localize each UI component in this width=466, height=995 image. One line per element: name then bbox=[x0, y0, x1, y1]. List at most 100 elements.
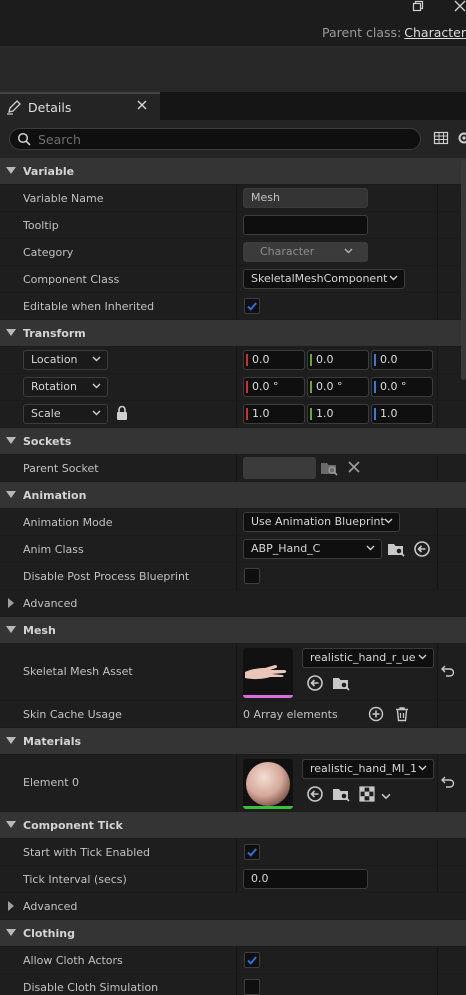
expand-arrow-icon bbox=[8, 901, 14, 911]
row-tick-advanced[interactable]: Advanced bbox=[0, 893, 466, 920]
category-combo[interactable]: Character bbox=[243, 242, 368, 262]
skin-cache-label: Skin Cache Usage bbox=[23, 708, 122, 721]
material-thumbnail[interactable] bbox=[243, 759, 293, 809]
category-value: Character bbox=[260, 245, 315, 258]
reset-to-default-icon[interactable] bbox=[441, 775, 459, 793]
tooltip-label: Tooltip bbox=[23, 219, 59, 232]
tab-close-icon[interactable] bbox=[137, 99, 147, 113]
section-mesh[interactable]: Mesh bbox=[0, 617, 466, 644]
chevron-down-icon bbox=[418, 765, 427, 771]
checkmark-icon bbox=[247, 956, 257, 965]
editable-inherited-checkbox[interactable] bbox=[244, 298, 260, 314]
trash-icon[interactable] bbox=[394, 706, 412, 724]
expand-arrow-icon bbox=[6, 737, 16, 744]
checker-material-icon[interactable] bbox=[359, 786, 377, 804]
section-transform[interactable]: Transform bbox=[0, 320, 466, 347]
location-z-field[interactable]: 0.0 bbox=[371, 350, 433, 370]
browse-asset-icon[interactable] bbox=[332, 785, 350, 803]
tooltip-field[interactable] bbox=[243, 215, 368, 235]
location-label: Location bbox=[31, 353, 78, 366]
location-y-field[interactable]: 0.0 bbox=[307, 350, 369, 370]
location-mode-dropdown[interactable]: Location bbox=[23, 350, 108, 370]
scrollbar[interactable] bbox=[461, 160, 466, 380]
scale-mode-dropdown[interactable]: Scale bbox=[23, 404, 108, 424]
rotation-z-field[interactable]: 0.0 ° bbox=[371, 377, 433, 397]
row-disable-cloth: Disable Cloth Simulation bbox=[0, 974, 466, 995]
location-x-field[interactable]: 0.0 bbox=[243, 350, 305, 370]
expand-arrow-icon bbox=[8, 598, 14, 608]
skeletal-mesh-thumbnail[interactable] bbox=[243, 648, 293, 698]
row-disable-pp: Disable Post Process Blueprint bbox=[0, 563, 466, 590]
row-animation-advanced[interactable]: Advanced bbox=[0, 590, 466, 617]
expand-arrow-icon bbox=[6, 167, 16, 174]
browse-socket-icon[interactable] bbox=[320, 459, 338, 477]
skeletal-mesh-value: realistic_hand_r_ue bbox=[310, 651, 416, 664]
reset-to-default-icon[interactable] bbox=[441, 664, 459, 682]
restore-window-icon[interactable] bbox=[408, 0, 428, 16]
tick-interval-field[interactable]: 0.0 bbox=[243, 869, 368, 889]
parent-class-info: Parent class: Character bbox=[322, 25, 466, 40]
disable-pp-checkbox[interactable] bbox=[244, 568, 260, 584]
table-view-icon[interactable] bbox=[433, 130, 449, 146]
scale-label: Scale bbox=[31, 407, 61, 420]
section-materials[interactable]: Materials bbox=[0, 728, 466, 755]
section-animation-label: Animation bbox=[23, 489, 87, 502]
component-class-dropdown[interactable]: SkeletalMeshComponent bbox=[243, 269, 405, 289]
start-tick-label: Start with Tick Enabled bbox=[23, 846, 151, 859]
section-component-tick[interactable]: Component Tick bbox=[0, 812, 466, 839]
use-selected-icon[interactable] bbox=[413, 540, 431, 558]
start-tick-checkbox[interactable] bbox=[244, 844, 260, 860]
anim-class-label: Anim Class bbox=[23, 543, 84, 556]
chevron-down-icon bbox=[366, 545, 375, 551]
anim-class-dropdown[interactable]: ABP_Hand_C bbox=[243, 539, 382, 559]
gear-icon[interactable] bbox=[456, 130, 466, 146]
toolbar-strip bbox=[0, 46, 466, 92]
use-selected-icon[interactable] bbox=[306, 785, 324, 803]
material-value: realistic_hand_MI_1 bbox=[310, 762, 417, 775]
scale-z-field[interactable]: 1.0 bbox=[371, 404, 433, 424]
tab-details[interactable]: Details bbox=[0, 92, 160, 120]
browse-asset-icon[interactable] bbox=[332, 674, 350, 692]
skeletal-mesh-dropdown[interactable]: realistic_hand_r_ue bbox=[302, 648, 434, 668]
allow-cloth-checkbox[interactable] bbox=[244, 952, 260, 968]
chevron-down-icon bbox=[389, 275, 398, 281]
rotation-y-field[interactable]: 0.0 ° bbox=[307, 377, 369, 397]
parent-class-label: Parent class: bbox=[322, 25, 402, 40]
section-sockets[interactable]: Sockets bbox=[0, 428, 466, 455]
lock-icon[interactable] bbox=[115, 405, 133, 423]
scale-y-field[interactable]: 1.0 bbox=[307, 404, 369, 424]
variable-name-field[interactable]: Mesh bbox=[243, 188, 368, 208]
section-sockets-label: Sockets bbox=[23, 435, 72, 448]
rotation-x-field[interactable]: 0.0 ° bbox=[243, 377, 305, 397]
section-animation[interactable]: Animation bbox=[0, 482, 466, 509]
use-selected-icon[interactable] bbox=[306, 674, 324, 692]
title-bar: Parent class: Character bbox=[0, 0, 466, 46]
close-window-icon[interactable] bbox=[450, 0, 466, 16]
chevron-down-icon[interactable] bbox=[381, 790, 399, 808]
parent-class-link[interactable]: Character bbox=[404, 25, 466, 40]
animation-mode-dropdown[interactable]: Use Animation Blueprint bbox=[243, 512, 400, 532]
row-component-class: Component Class SkeletalMeshComponent bbox=[0, 266, 466, 293]
disable-pp-label: Disable Post Process Blueprint bbox=[23, 570, 190, 583]
section-variable-label: Variable bbox=[23, 165, 75, 178]
browse-asset-icon[interactable] bbox=[387, 540, 405, 558]
search-placeholder: Search bbox=[38, 132, 81, 147]
rotation-mode-dropdown[interactable]: Rotation bbox=[23, 377, 108, 397]
section-variable[interactable]: Variable bbox=[0, 158, 466, 185]
section-clothing[interactable]: Clothing bbox=[0, 920, 466, 947]
add-element-icon[interactable] bbox=[368, 706, 386, 724]
material-dropdown[interactable]: realistic_hand_MI_1 bbox=[302, 759, 434, 779]
chevron-down-icon bbox=[344, 248, 353, 254]
expand-arrow-icon bbox=[6, 437, 16, 444]
clear-socket-icon[interactable] bbox=[347, 460, 365, 478]
row-variable-name: Variable Name Mesh bbox=[0, 185, 466, 212]
disable-cloth-checkbox[interactable] bbox=[244, 979, 260, 995]
row-skeletal-mesh: Skeletal Mesh Asset realistic_hand_r_ue bbox=[0, 644, 466, 701]
row-parent-socket: Parent Socket bbox=[0, 455, 466, 482]
search-input[interactable]: Search bbox=[9, 128, 421, 150]
parent-socket-field[interactable] bbox=[243, 457, 316, 479]
rotation-label: Rotation bbox=[31, 380, 78, 393]
row-allow-cloth: Allow Cloth Actors bbox=[0, 947, 466, 974]
disable-cloth-label: Disable Cloth Simulation bbox=[23, 981, 159, 994]
scale-x-field[interactable]: 1.0 bbox=[243, 404, 305, 424]
